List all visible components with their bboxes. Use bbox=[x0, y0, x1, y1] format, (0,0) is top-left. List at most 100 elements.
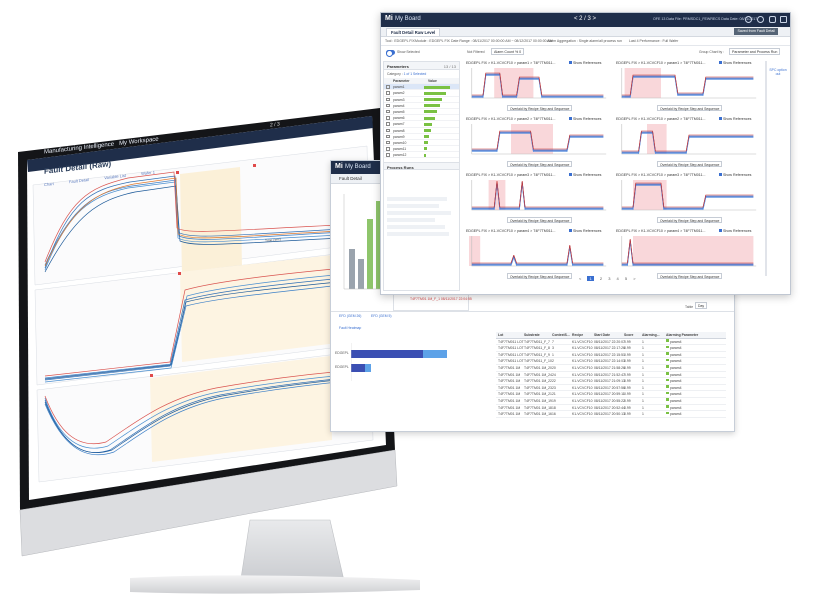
filter-summary: Tool : EDGEPL FIX Module : EDGEPL FIX Da… bbox=[381, 37, 790, 46]
trace-chart[interactable]: EDGEPL FIX > K1-VCVCF10 > param4 > T4F7T… bbox=[465, 229, 612, 281]
table-row[interactable]: T4F7TM01 1M T4F7TM01 1M_18 18 K1-VCVCF10 08/… bbox=[496, 405, 726, 412]
checkbox[interactable] bbox=[386, 97, 390, 102]
overlay-select[interactable]: Overlaid by Recipe Step and Sequence bbox=[507, 105, 573, 111]
trace-line bbox=[471, 73, 604, 97]
page-number[interactable]: 2 bbox=[600, 276, 602, 281]
layout-icon[interactable] bbox=[780, 16, 787, 23]
checkbox[interactable] bbox=[386, 109, 390, 114]
show-selected-toggle[interactable] bbox=[386, 50, 395, 57]
show-references-checkbox[interactable]: Show References bbox=[569, 61, 601, 65]
trace-chart[interactable]: EDGEPL FIX > K1-VCVCF10 > param4 > T4F7T… bbox=[615, 229, 762, 281]
lower-tab[interactable]: EFD (GEM 26) bbox=[339, 314, 361, 318]
table-row[interactable]: T4F7TM01 1M T4F7TM01 1M_19 19 K1-VCVCF10 08/… bbox=[496, 398, 726, 405]
data-file-info: OFE 13 Data File: PRMSDC1_FEWRECS Data D… bbox=[653, 17, 758, 21]
spc-note[interactable]: SPC option out bbox=[767, 68, 789, 76]
overlay-select[interactable]: Overlaid by Recipe Step and Sequence bbox=[507, 161, 573, 167]
process-runs-header: Process Runs bbox=[384, 162, 459, 171]
table-row[interactable]: T4F7TM01 1M T4F7TM01 1M_24 24 K1-VCVCF10 08/… bbox=[496, 372, 726, 379]
checkbox[interactable] bbox=[386, 85, 390, 89]
trace-chart[interactable]: EDGEPL FIX > K1-VCVCF10 > param1 > T4F7T… bbox=[615, 61, 762, 113]
overlay-select[interactable]: Overlaid by Recipe Step and Sequence bbox=[657, 217, 723, 223]
page-number[interactable]: 5 bbox=[625, 276, 627, 281]
trace-chart-grid: EDGEPL FIX > K1-VCVCF10 > param1 > T4F7T… bbox=[465, 61, 765, 281]
page-number[interactable]: 3 bbox=[608, 276, 610, 281]
table-row[interactable]: T4F7TM01 1M T4F7TM01 1M_20 20 K1-VCVCF10 08/… bbox=[496, 365, 726, 372]
trace-chart[interactable]: EDGEPL FIX > K1-VCVCF10 > param2 > T4F7T… bbox=[615, 117, 762, 169]
overlay-select[interactable]: Overlaid by Recipe Step and Sequence bbox=[507, 273, 573, 279]
show-references-checkbox[interactable]: Show References bbox=[569, 229, 601, 233]
checkbox[interactable] bbox=[386, 91, 390, 95]
charts-scrollbar[interactable] bbox=[765, 61, 767, 276]
tree-item[interactable]: T4F7TM01 1M_F_1 08/11/2017 22:04:55 bbox=[410, 297, 472, 301]
parameter-name: param1 bbox=[393, 85, 405, 90]
parameter-name: param3 bbox=[393, 97, 405, 102]
parameter-value-bar bbox=[424, 147, 427, 151]
show-references-checkbox[interactable]: Show References bbox=[719, 117, 751, 121]
table-row[interactable]: T4F7TM01 1M T4F7TM01 1M_21 21 K1-VCVCF10 08/… bbox=[496, 391, 726, 398]
table-row[interactable]: T4F7TM01 1M T4F7TM01 1M_22 22 K1-VCVCF10 08/… bbox=[496, 378, 726, 385]
parameter-name: param12 bbox=[393, 153, 407, 158]
table-row[interactable]: T4F7TM011 LOT T4F7TM011_F_9 1 K1-VCVCF10 08/… bbox=[496, 352, 726, 359]
overlay-select[interactable]: Overlaid by Recipe Step and Sequence bbox=[657, 161, 723, 167]
page-number[interactable]: 4 bbox=[617, 276, 619, 281]
group-select[interactable]: Parameter and Process Run bbox=[729, 48, 781, 55]
board-title[interactable]: My Board bbox=[395, 16, 421, 22]
prev-page[interactable]: < bbox=[579, 276, 581, 281]
next-page[interactable]: > bbox=[633, 276, 635, 281]
trace-plot bbox=[621, 236, 757, 267]
fault-band bbox=[647, 124, 667, 154]
table-row[interactable]: T4F7TM01 1M T4F7TM01 1M_23 23 K1-VCVCF10 08/… bbox=[496, 385, 726, 392]
board-title[interactable]: My Board bbox=[345, 164, 371, 170]
chart-title: EDGEPL FIX > K1-VCVCF10 > param4 > T4F7T… bbox=[616, 229, 706, 233]
raw-level-window: Mi My Board < 2 / 3 > OFE 13 Data File: … bbox=[380, 12, 791, 295]
table-row[interactable]: T4F7TM011 LOT T4F7TM011_F_10 2 K1-VCVCF10 08… bbox=[496, 358, 726, 365]
checkbox[interactable] bbox=[386, 103, 390, 108]
show-references-checkbox[interactable]: Show References bbox=[569, 173, 601, 177]
fault-band bbox=[469, 236, 481, 266]
page-number[interactable]: 1 bbox=[587, 276, 594, 281]
checkbox[interactable] bbox=[386, 128, 390, 132]
checkbox[interactable] bbox=[386, 134, 390, 139]
checkbox[interactable] bbox=[386, 122, 390, 126]
lower-tab[interactable]: EFD (GEM 5) bbox=[371, 314, 392, 318]
user-icon[interactable] bbox=[757, 16, 764, 23]
show-references-checkbox[interactable]: Show References bbox=[719, 229, 751, 233]
fault-band bbox=[633, 236, 754, 266]
view-select[interactable]: Day bbox=[695, 302, 708, 309]
parameter-value-bar bbox=[424, 97, 442, 101]
help-icon[interactable] bbox=[745, 16, 752, 23]
trace-plot bbox=[471, 180, 607, 211]
show-references-checkbox[interactable]: Show References bbox=[719, 173, 751, 177]
saved-button[interactable]: Saved from Fault Detail bbox=[734, 28, 778, 35]
group-label: Group Chart by : bbox=[699, 50, 725, 54]
show-references-checkbox[interactable]: Show References bbox=[569, 117, 601, 121]
trace-chart[interactable]: EDGEPL FIX > K1-VCVCF10 > param3 > T4F7T… bbox=[615, 173, 762, 225]
not-filtered-label[interactable]: Not Filtered bbox=[467, 50, 485, 54]
page-switcher[interactable]: < 2 / 3 > bbox=[574, 16, 596, 22]
tab-fault-detail[interactable]: Fault Detail bbox=[339, 176, 362, 181]
overlay-select[interactable]: Overlaid by Recipe Step and Sequence bbox=[657, 273, 723, 279]
alarm-count-select[interactable]: Alarm Count % 0 bbox=[491, 48, 525, 55]
table-row[interactable]: T4F7TM011 LOT T4F7TM011_F_8 3 K1-VCVCF10 08/… bbox=[496, 345, 726, 352]
tab-fault-detail-raw[interactable]: Fault Detail Raw Level bbox=[386, 28, 441, 36]
parameter-name: param10 bbox=[393, 140, 407, 145]
category-filter[interactable]: Category : 1 of 1 Selected bbox=[384, 70, 459, 78]
checkbox[interactable] bbox=[386, 147, 390, 151]
show-references-checkbox[interactable]: Show References bbox=[719, 61, 751, 65]
parameter-name: param8 bbox=[393, 128, 405, 133]
checkbox[interactable] bbox=[386, 153, 390, 157]
trace-chart[interactable]: EDGEPL FIX > K1-VCVCF10 > param3 > T4F7T… bbox=[465, 173, 612, 225]
trace-plot bbox=[471, 68, 607, 99]
table-row[interactable]: T4F7TM01 1M T4F7TM01 1M_16 16 K1-VCVCF10 08/… bbox=[496, 411, 726, 418]
settings-icon[interactable] bbox=[769, 16, 776, 23]
trace-chart[interactable]: EDGEPL FIX > K1-VCVCF10 > param1 > T4F7T… bbox=[465, 61, 612, 113]
table-row[interactable]: T4F7TM011 LOT T4F7TM011_F_7 7 K1-VCVCF10 08/… bbox=[496, 339, 726, 346]
axis bbox=[471, 236, 607, 267]
parameter-row[interactable]: param12 bbox=[384, 152, 459, 159]
checkbox[interactable] bbox=[386, 116, 390, 120]
fault-heatmap-label: Fault Heatmap bbox=[339, 326, 362, 330]
checkbox[interactable] bbox=[386, 140, 390, 145]
overlay-select[interactable]: Overlaid by Recipe Step and Sequence bbox=[657, 105, 723, 111]
trace-chart[interactable]: EDGEPL FIX > K1-VCVCF10 > param2 > T4F7T… bbox=[465, 117, 612, 169]
overlay-select[interactable]: Overlaid by Recipe Step and Sequence bbox=[507, 217, 573, 223]
